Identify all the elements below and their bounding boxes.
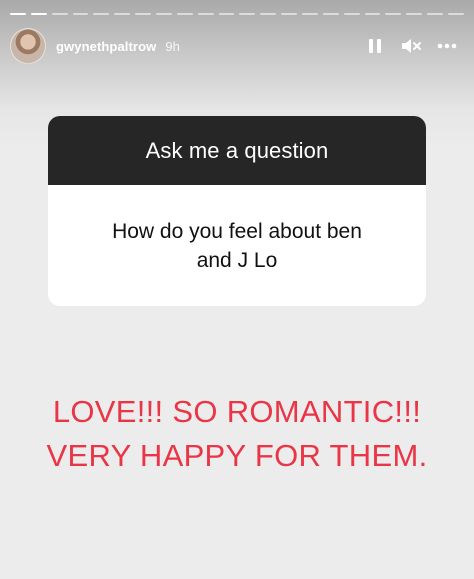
progress-segment <box>10 13 26 15</box>
progress-segment <box>156 13 172 15</box>
story-progress-bar <box>10 13 464 15</box>
question-text: How do you feel about ben and J Lo <box>48 185 426 306</box>
progress-segment <box>385 13 402 15</box>
more-dots-icon[interactable] <box>436 35 458 57</box>
story-header: gwynethpaltrow 9h <box>10 27 460 65</box>
progress-segment <box>218 13 235 15</box>
story-frame: gwynethpaltrow 9h Ask me a question How … <box>0 0 474 579</box>
avatar[interactable] <box>10 28 46 64</box>
progress-segment <box>281 13 298 15</box>
progress-segment <box>364 13 381 15</box>
progress-segment <box>322 13 339 15</box>
question-line-2: and J Lo <box>196 248 278 272</box>
progress-segment <box>176 13 193 15</box>
answer-line-2: VERY HAPPY FOR THEM. <box>46 438 428 473</box>
progress-segment <box>406 13 423 15</box>
progress-segment <box>93 13 110 15</box>
progress-segment <box>260 13 277 15</box>
progress-segment <box>51 13 68 15</box>
question-sticker: Ask me a question How do you feel about … <box>48 116 426 306</box>
progress-segment <box>448 13 464 15</box>
username[interactable]: gwynethpaltrow <box>56 39 156 54</box>
story-controls <box>364 35 460 57</box>
answer-text: LOVE!!! SO ROMANTIC!!! VERY HAPPY FOR TH… <box>0 390 474 478</box>
question-prompt: Ask me a question <box>48 116 426 185</box>
progress-segment <box>343 13 360 15</box>
progress-segment <box>197 13 214 15</box>
progress-segment <box>302 13 318 15</box>
muted-speaker-icon[interactable] <box>400 35 422 57</box>
answer-line-1: LOVE!!! SO ROMANTIC!!! <box>52 394 422 429</box>
progress-segment <box>427 13 444 15</box>
progress-segment <box>72 13 89 15</box>
pause-icon[interactable] <box>364 35 386 57</box>
progress-segment <box>30 13 47 15</box>
progress-segment <box>135 13 152 15</box>
post-time: 9h <box>165 38 180 54</box>
question-line-1: How do you feel about ben <box>112 219 362 243</box>
progress-segment <box>114 13 131 15</box>
progress-segment <box>239 13 256 15</box>
